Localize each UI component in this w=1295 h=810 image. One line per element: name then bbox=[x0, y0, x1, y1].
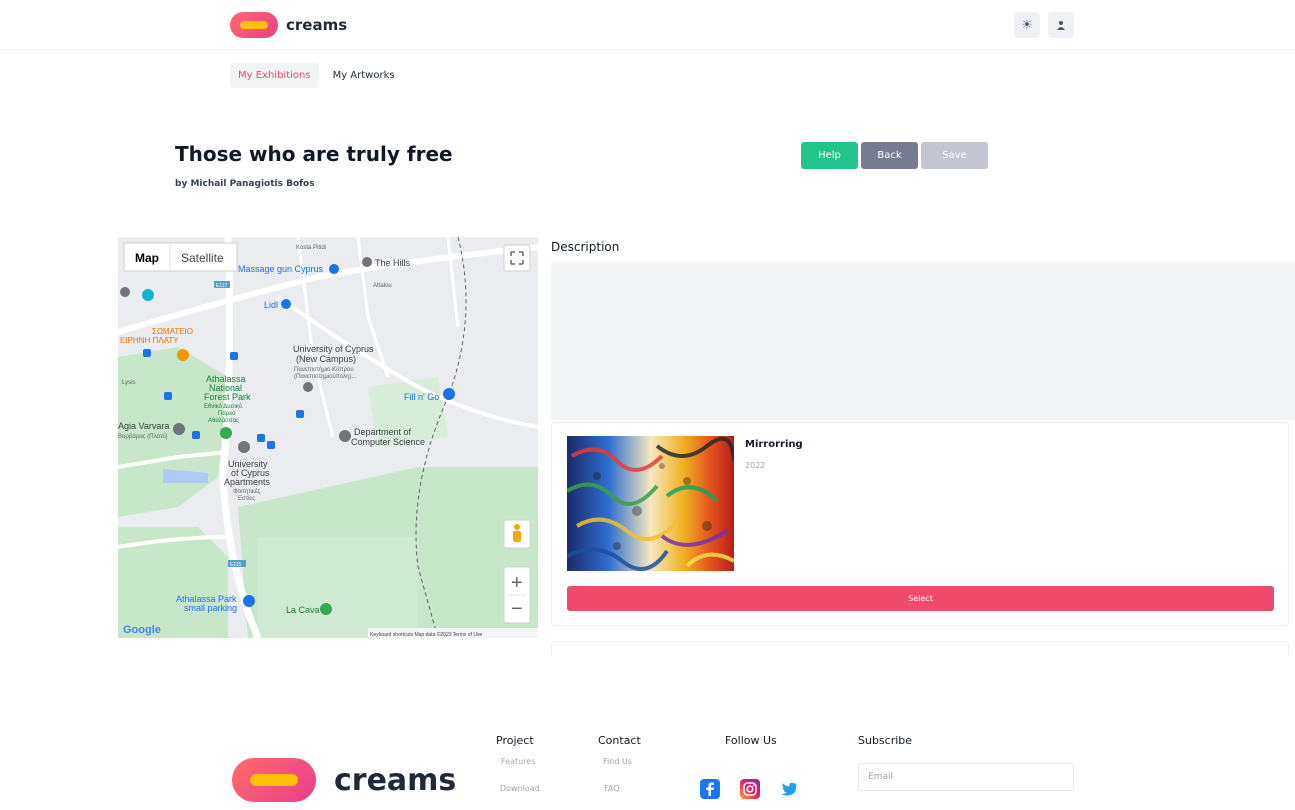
brand-name: creams bbox=[286, 16, 348, 34]
save-button[interactable]: Save bbox=[921, 142, 988, 169]
zoom-in-button[interactable]: + bbox=[511, 572, 523, 594]
map-type-satellite[interactable]: Satellite bbox=[181, 251, 224, 265]
theme-toggle-button[interactable]: ☀ bbox=[1014, 12, 1040, 38]
map-label: Βαρβάρας (Πλατύ) bbox=[118, 433, 168, 440]
map-road-label: E117 bbox=[216, 283, 228, 289]
map-label: Lysis bbox=[122, 380, 135, 386]
creams-logo-icon bbox=[230, 12, 278, 38]
map-label: Lidl bbox=[264, 300, 278, 310]
artwork-card bbox=[551, 641, 1289, 655]
map-attribution[interactable]: Keyboard shortcuts Map data ©2023 Terms … bbox=[370, 631, 482, 638]
map-label: small parking bbox=[184, 603, 237, 613]
twitter-icon[interactable] bbox=[779, 779, 799, 799]
map-label: ΣΩΜΑΤΕΙΟ bbox=[152, 327, 193, 336]
map-label: Εστίες bbox=[238, 496, 255, 502]
select-artwork-button[interactable]: Select bbox=[567, 586, 1274, 611]
map-type-map[interactable]: Map bbox=[135, 251, 159, 265]
map-fullscreen-button[interactable] bbox=[503, 244, 531, 272]
zoom-out-button[interactable]: − bbox=[511, 598, 523, 620]
nav-tabs: My Exhibitions My Artworks bbox=[230, 63, 403, 88]
map-label: Forest Park bbox=[204, 392, 251, 402]
park-pin-icon bbox=[220, 427, 232, 439]
map-pin-icon bbox=[142, 289, 154, 301]
map-road-label: E115 bbox=[230, 562, 242, 568]
map-label: Computer Science bbox=[351, 437, 425, 447]
map-label: ΕΙΡΗΝΗ ΠΛΑΤΥ bbox=[120, 336, 179, 345]
bus-stop-icon bbox=[230, 352, 238, 360]
user-icon bbox=[1057, 21, 1065, 30]
map-label: Φοιτητικές bbox=[233, 488, 261, 495]
map-pin-icon bbox=[238, 441, 250, 453]
map-label: Πάρκο bbox=[218, 410, 236, 417]
bus-stop-icon bbox=[192, 431, 200, 439]
footer-link-download[interactable]: Download bbox=[500, 784, 540, 793]
exhibition-byline: by Michail Panagiotis Bofos bbox=[175, 179, 315, 189]
bus-stop-icon bbox=[164, 392, 172, 400]
map-pin-icon bbox=[362, 257, 372, 267]
map-label: Agia Varvara bbox=[118, 421, 169, 431]
restaurant-pin-icon bbox=[177, 349, 189, 361]
description-label: Description bbox=[551, 240, 620, 254]
pegman-icon bbox=[514, 524, 520, 530]
map-pin-icon bbox=[120, 287, 130, 297]
pegman-body-icon bbox=[513, 531, 521, 542]
artwork-image bbox=[567, 436, 734, 571]
map-label: The Hills bbox=[375, 258, 411, 268]
sun-icon: ☀ bbox=[1021, 17, 1033, 33]
creams-logo-icon bbox=[232, 758, 316, 802]
map-canvas[interactable]: Map Satellite Massage gun Cyprus The Hil… bbox=[118, 237, 538, 638]
page-title: Those who are truly free bbox=[175, 142, 453, 166]
footer-link-find-us[interactable]: Find Us bbox=[603, 757, 632, 766]
top-bar: creams ☀ bbox=[0, 0, 1295, 50]
map-label: La Cava bbox=[286, 605, 320, 615]
footer-brand-logo[interactable]: creams bbox=[232, 758, 456, 802]
map-pin-icon bbox=[303, 382, 313, 392]
map-label: University of Cyprus bbox=[293, 344, 374, 354]
footer-follow-title: Follow Us bbox=[725, 734, 777, 747]
user-menu-button[interactable] bbox=[1048, 12, 1074, 38]
parking-pin-icon bbox=[243, 595, 255, 607]
park-pin-icon bbox=[320, 603, 332, 615]
map-pin-icon bbox=[281, 299, 291, 309]
brand-logo[interactable]: creams bbox=[230, 12, 347, 38]
tab-my-exhibitions[interactable]: My Exhibitions bbox=[230, 63, 319, 88]
school-pin-icon bbox=[339, 430, 351, 442]
map-label: Αθαλάσσας bbox=[208, 417, 239, 424]
exhibition-map[interactable]: Map Satellite Massage gun Cyprus The Hil… bbox=[118, 237, 538, 638]
map-label: Fill n' Go bbox=[404, 392, 439, 402]
map-label: Kosta Pitidi bbox=[296, 245, 326, 251]
instagram-icon[interactable] bbox=[740, 779, 760, 799]
description-box bbox=[551, 262, 1295, 420]
map-label: Εθνικό Δασικό bbox=[204, 403, 243, 410]
map-label: (Πανεπιστημιούπολη)... bbox=[294, 374, 357, 380]
church-pin-icon bbox=[173, 423, 185, 435]
footer-link-faq[interactable]: FAQ bbox=[604, 784, 620, 793]
google-logo: Google bbox=[123, 624, 161, 636]
artwork-year: 2022 bbox=[745, 461, 766, 470]
map-pin-icon bbox=[329, 264, 339, 274]
bus-stop-icon bbox=[296, 410, 304, 418]
tab-my-artworks[interactable]: My Artworks bbox=[325, 63, 403, 88]
map-label: Massage gun Cyprus bbox=[238, 264, 324, 274]
artwork-card: Mirrorring 2022 Select bbox=[551, 422, 1289, 626]
gas-station-pin-icon bbox=[443, 388, 455, 400]
back-button[interactable]: Back bbox=[861, 142, 918, 169]
map-label: (New Campus) bbox=[296, 354, 356, 364]
bus-stop-icon bbox=[257, 434, 265, 442]
help-button[interactable]: Help bbox=[801, 142, 858, 169]
artwork-title: Mirrorring bbox=[745, 439, 803, 450]
footer-subscribe-title: Subscribe bbox=[858, 734, 913, 747]
map-label: Department of bbox=[354, 427, 412, 437]
email-field[interactable]: Email bbox=[858, 763, 1074, 791]
facebook-icon[interactable] bbox=[700, 779, 720, 799]
footer-brand-name: creams bbox=[334, 762, 457, 798]
footer-link-features[interactable]: Features bbox=[501, 757, 535, 766]
bus-stop-icon bbox=[143, 349, 151, 357]
bus-stop-icon bbox=[267, 441, 275, 449]
map-label: Apartments bbox=[224, 477, 271, 487]
map-label: Πανεπιστήμιο Κύπρου bbox=[294, 366, 354, 373]
map-label: Attalou bbox=[373, 283, 392, 289]
footer-contact-title: Contact bbox=[598, 734, 641, 747]
footer-project-title: Project bbox=[496, 734, 534, 747]
